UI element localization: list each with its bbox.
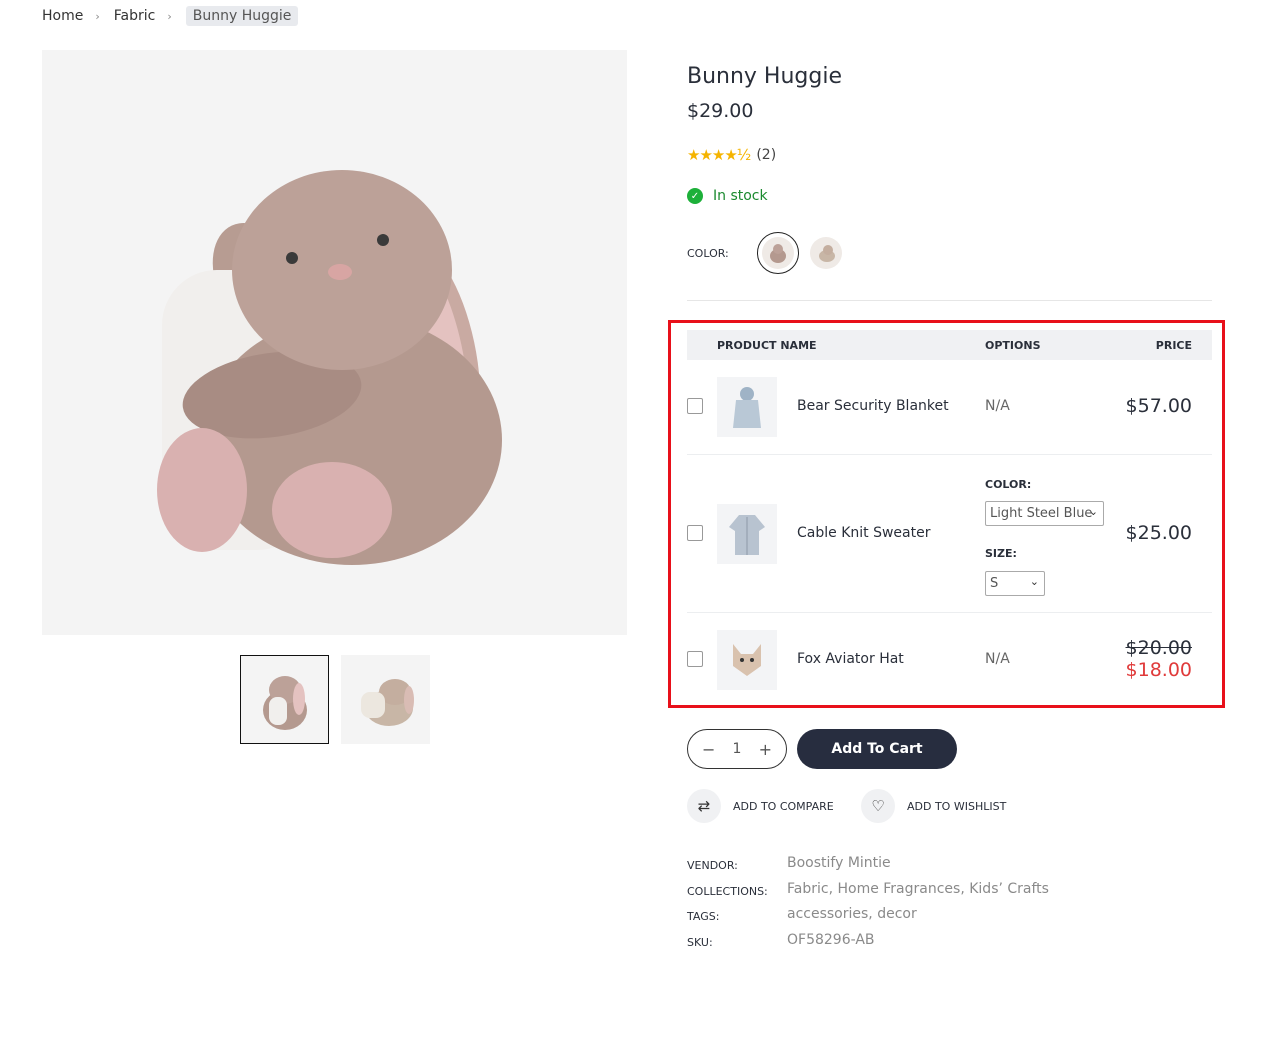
meta-sku-label: SKU: (687, 936, 713, 949)
bunny-plush-image (157, 170, 502, 565)
bundle-item-checkbox[interactable] (687, 398, 703, 414)
bundle-row: Fox Aviator Hat N/A $20.00 $18.00 (687, 613, 1212, 708)
add-to-compare-label: ADD TO COMPARE (733, 799, 834, 813)
meta-collections-value[interactable]: Fabric, Home Fragrances, Kids’ Crafts (787, 881, 1049, 897)
breadcrumb: Home › Fabric › Bunny Huggie (42, 6, 299, 26)
thumbnail-2[interactable] (341, 655, 430, 744)
bunny-thumb-image (360, 678, 414, 726)
color-select-value: Light Steel Blue (990, 506, 1093, 521)
add-to-compare-button[interactable]: ⇄ ADD TO COMPARE (687, 789, 834, 823)
fox-hat-image (733, 644, 761, 676)
chevron-right-icon: › (95, 9, 100, 23)
product-rating[interactable]: ★★★★½ (2) (687, 146, 776, 164)
quantity-value[interactable]: 1 (733, 741, 742, 757)
size-select[interactable]: S ⌄ (985, 571, 1045, 596)
color-label: COLOR: (687, 246, 729, 260)
thumbnail-1[interactable] (240, 655, 329, 744)
color-select[interactable]: Light Steel Blue ⌄ (985, 501, 1104, 526)
breadcrumb-category[interactable]: Fabric (114, 8, 156, 24)
divider (687, 300, 1212, 301)
color-swatch-1[interactable] (757, 232, 799, 274)
bundle-item-price: $20.00 $18.00 (1126, 637, 1192, 681)
bundle-item-options: N/A (985, 651, 1010, 667)
chevron-right-icon: › (167, 9, 172, 23)
stock-label: In stock (713, 188, 768, 204)
bundle-item-name[interactable]: Bear Security Blanket (797, 398, 949, 414)
header-price: PRICE (1155, 338, 1192, 352)
thumbnail-strip (240, 655, 430, 744)
bundle-item-image[interactable] (717, 630, 777, 690)
product-main-image[interactable] (42, 50, 627, 635)
bundle-item-price: $57.00 (1125, 395, 1192, 417)
meta-tags-value[interactable]: accessories, decor (787, 906, 917, 922)
check-circle-icon: ✓ (687, 188, 703, 204)
plus-icon[interactable]: + (759, 740, 772, 759)
meta-tags-label: TAGS: (687, 910, 720, 923)
add-to-cart-button[interactable]: Add To Cart (797, 729, 957, 769)
size-select-value: S (990, 576, 999, 591)
breadcrumb-current: Bunny Huggie (185, 6, 299, 26)
stock-status: ✓ In stock (687, 188, 768, 204)
minus-icon[interactable]: − (702, 740, 715, 759)
meta-vendor-value[interactable]: Boostify Mintie (787, 855, 891, 871)
size-option-label: SIZE: (985, 547, 1017, 560)
add-to-wishlist-button[interactable]: ♡ ADD TO WISHLIST (861, 789, 1006, 823)
meta-vendor-label: VENDOR: (687, 859, 738, 872)
bundle-item-price: $25.00 (1125, 522, 1192, 544)
bundle-item-sale-price: $18.00 (1125, 659, 1192, 681)
color-selector: COLOR: (687, 232, 853, 274)
sweater-image (729, 515, 765, 555)
bundle-row: Bear Security Blanket N/A $57.00 (687, 360, 1212, 455)
star-rating-icon: ★★★★½ (687, 146, 751, 164)
bundle-item-options: N/A (985, 398, 1010, 414)
review-count: (2) (756, 147, 777, 163)
bundle-item-old-price: $20.00 (1125, 637, 1192, 659)
bundle-item-image[interactable] (717, 377, 777, 437)
bundle-table: PRODUCT NAME OPTIONS PRICE Bear Security… (687, 330, 1212, 690)
bundle-row: Cable Knit Sweater COLOR: Light Steel Bl… (687, 455, 1212, 613)
product-price: $29.00 (687, 100, 754, 122)
header-options: OPTIONS (985, 338, 1041, 352)
chevron-down-icon: ⌄ (1088, 505, 1098, 518)
bundle-item-name[interactable]: Fox Aviator Hat (797, 651, 904, 667)
bundle-item-checkbox[interactable] (687, 525, 703, 541)
bundle-item-name[interactable]: Cable Knit Sweater (797, 525, 930, 541)
color-option-label: COLOR: (985, 478, 1032, 491)
meta-sku-value: OF58296-AB (787, 932, 875, 948)
bunny-thumb-image (262, 675, 307, 730)
heart-icon: ♡ (861, 789, 895, 823)
compare-arrows-icon: ⇄ (687, 789, 721, 823)
bundle-header: PRODUCT NAME OPTIONS PRICE (687, 330, 1212, 360)
bundle-item-checkbox[interactable] (687, 651, 703, 667)
quantity-stepper: − 1 + (687, 729, 787, 769)
color-swatch-2[interactable] (805, 232, 847, 274)
breadcrumb-home[interactable]: Home (42, 8, 83, 24)
product-title: Bunny Huggie (687, 64, 842, 89)
meta-collections-label: COLLECTIONS: (687, 885, 768, 898)
header-product-name: PRODUCT NAME (717, 338, 817, 352)
bundle-item-image[interactable] (717, 504, 777, 564)
chevron-down-icon: ⌄ (1029, 575, 1039, 588)
blanket-image (733, 387, 761, 428)
add-to-wishlist-label: ADD TO WISHLIST (907, 799, 1007, 813)
